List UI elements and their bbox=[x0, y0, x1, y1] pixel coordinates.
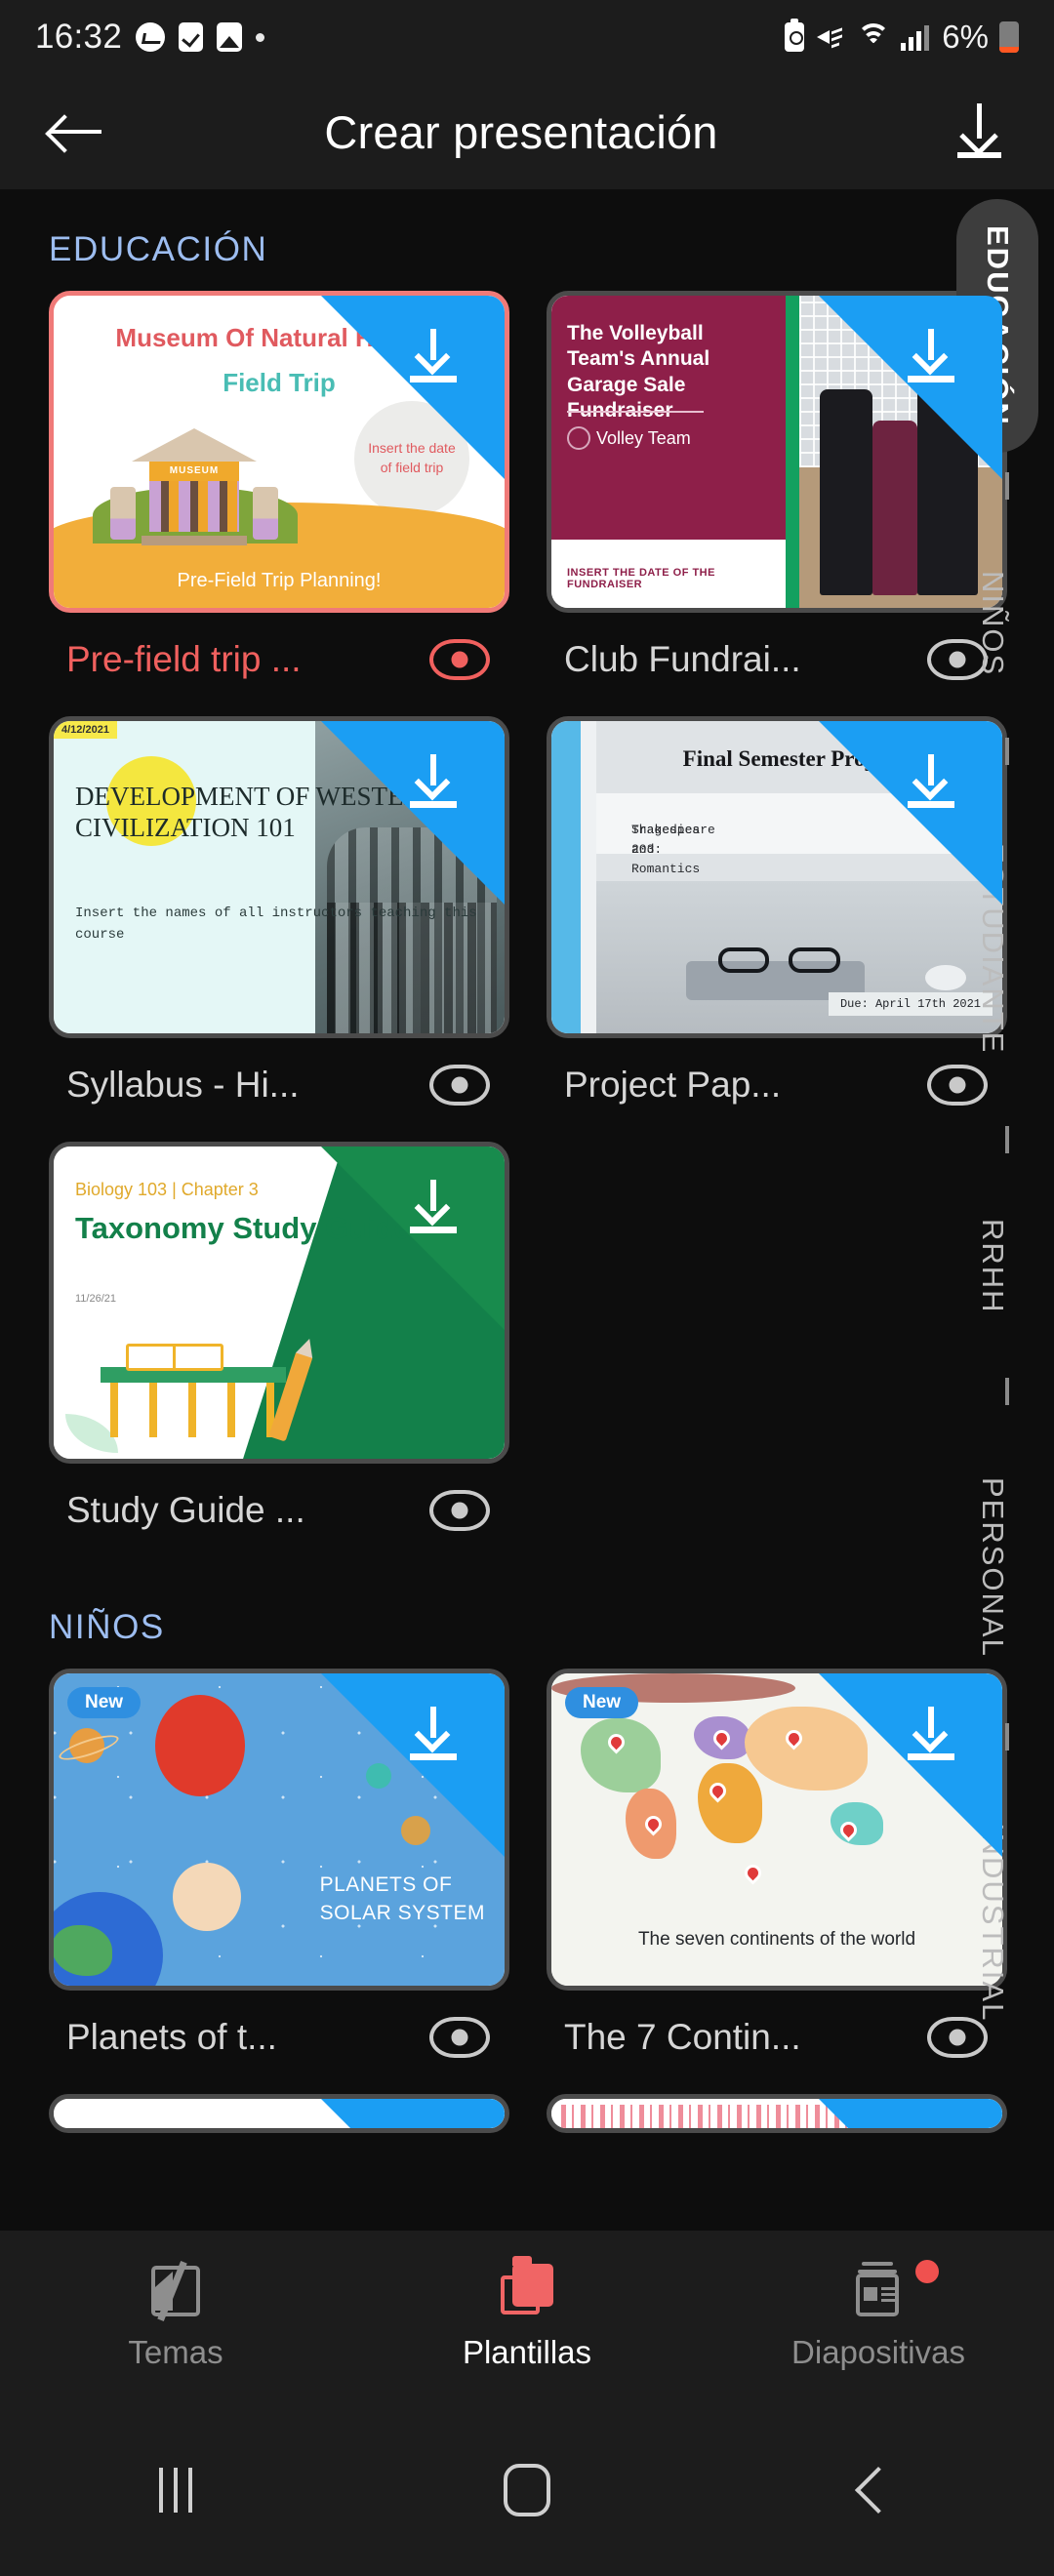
rail-item-ninos[interactable]: NIÑOS bbox=[931, 531, 1054, 716]
back-arrow-icon[interactable] bbox=[45, 102, 103, 161]
template-card-footer: Study Guide ... bbox=[49, 1464, 509, 1557]
new-badge: New bbox=[67, 1687, 142, 1718]
mute-icon bbox=[815, 22, 846, 52]
template-name: Study Guide ... bbox=[66, 1490, 305, 1530]
android-navigation-bar bbox=[0, 2404, 1054, 2576]
battery-saver-icon bbox=[785, 19, 805, 52]
slide-subtitle: Insert the names of all instructors teac… bbox=[75, 906, 477, 944]
tab-label: Plantillas bbox=[462, 2334, 592, 2370]
slide-course-line2: Tragedies and Romantics bbox=[631, 823, 701, 877]
template-thumbnail[interactable]: Museum Of Natural History Field Trip Ins… bbox=[49, 291, 509, 613]
download-icon[interactable] bbox=[949, 101, 1009, 162]
template-card-syllabus[interactable]: 4/12/2021 DEVELOPMENT OF WESTERN CIVILIZ… bbox=[29, 716, 527, 1132]
rail-item-personal[interactable]: PERSONAL bbox=[931, 1430, 1054, 1704]
slide-insert-date: INSERT THE DATE OF THE FUNDRAISER bbox=[567, 567, 715, 590]
new-badge: New bbox=[565, 1687, 639, 1718]
template-card-planets[interactable]: PLANETS OF SOLAR SYSTEM New Planets of t… bbox=[29, 1669, 527, 2084]
app-root: 16:32 6% Crear presentación EDUCACIÓN Mu… bbox=[0, 0, 1054, 2576]
photo-icon bbox=[217, 22, 243, 52]
slide-date: 11/26/21 bbox=[75, 1293, 117, 1305]
slide-title-line2: SOLAR SYSTEM bbox=[319, 1901, 485, 1924]
preview-eye-icon[interactable] bbox=[429, 1490, 490, 1531]
download-icon[interactable] bbox=[403, 1180, 464, 1238]
download-icon[interactable] bbox=[901, 754, 961, 813]
recents-icon[interactable] bbox=[0, 2468, 351, 2513]
volleyball-icon bbox=[567, 426, 590, 450]
template-name: Pre-field trip ... bbox=[66, 639, 302, 679]
preview-eye-icon[interactable] bbox=[429, 1065, 490, 1106]
templates-scroll-area[interactable]: EDUCACIÓN Museum Of Natural History Fiel… bbox=[0, 189, 1054, 2297]
template-name: Syllabus - Hi... bbox=[66, 1065, 300, 1105]
download-icon[interactable] bbox=[403, 754, 464, 813]
preview-eye-icon[interactable] bbox=[429, 639, 490, 680]
page-title: Crear presentación bbox=[324, 105, 718, 158]
download-icon[interactable] bbox=[901, 1707, 961, 1765]
template-card-study-guide[interactable]: Biology 103 | Chapter 3 Taxonomy Study G… bbox=[29, 1142, 527, 1557]
template-name: Planets of t... bbox=[66, 2017, 277, 2057]
slide-team-name: Volley Team bbox=[596, 428, 691, 448]
template-card-footer: Syllabus - Hi... bbox=[49, 1038, 509, 1132]
checkbox-icon bbox=[179, 22, 204, 52]
template-card-partial-right[interactable] bbox=[527, 2094, 1025, 2133]
themes-icon bbox=[147, 2261, 204, 2321]
slide-title: PLANETS OF SOLAR SYSTEM bbox=[320, 1872, 485, 1927]
slide-title-line1: PLANETS OF bbox=[319, 1873, 453, 1897]
dot-icon bbox=[256, 32, 265, 42]
battery-icon bbox=[999, 21, 1019, 53]
template-card-footer: Planets of t... bbox=[49, 1991, 509, 2084]
glasses-illustration bbox=[717, 947, 840, 973]
messenger-icon bbox=[136, 22, 166, 52]
template-thumbnail[interactable] bbox=[547, 2094, 1007, 2133]
slide-date-tag: 4/12/2021 bbox=[54, 721, 117, 739]
status-bar-right: 6% bbox=[785, 19, 1019, 56]
back-icon[interactable] bbox=[703, 2466, 1054, 2515]
wifi-icon bbox=[857, 23, 891, 51]
home-icon[interactable] bbox=[351, 2464, 703, 2516]
template-thumbnail[interactable]: PLANETS OF SOLAR SYSTEM New bbox=[49, 1669, 509, 1991]
template-card-partial-left[interactable] bbox=[29, 2094, 527, 2133]
slide-footer: Pre-Field Trip Planning! bbox=[177, 570, 382, 591]
section-header-educacion: EDUCACIÓN bbox=[49, 230, 268, 268]
download-icon[interactable] bbox=[901, 329, 961, 387]
download-icon[interactable] bbox=[403, 1707, 464, 1765]
templates-folder-icon bbox=[499, 2256, 555, 2318]
museum-building-illustration: MUSEUM bbox=[110, 428, 278, 545]
status-bar-clock: 16:32 bbox=[35, 18, 123, 56]
template-card-footer: Pre-field trip ... bbox=[49, 613, 509, 706]
tab-label: Diapositivas bbox=[791, 2334, 965, 2370]
battery-percent-label: 6% bbox=[942, 19, 989, 55]
app-bar: Crear presentación bbox=[0, 74, 1054, 189]
tab-temas[interactable]: Temas bbox=[0, 2261, 351, 2371]
status-bar: 16:32 6% bbox=[0, 0, 1054, 74]
section-header-ninos: NIÑOS bbox=[49, 1608, 165, 1646]
template-grid-ninos: PLANETS OF SOLAR SYSTEM New Planets of t… bbox=[0, 1669, 1054, 2143]
slide-kicker: Biology 103 | Chapter 3 bbox=[75, 1180, 259, 1199]
status-bar-left: 16:32 bbox=[35, 18, 265, 57]
template-thumbnail[interactable]: Biology 103 | Chapter 3 Taxonomy Study G… bbox=[49, 1142, 509, 1464]
tab-plantillas[interactable]: Plantillas bbox=[351, 2256, 703, 2371]
museum-banner-label: MUSEUM bbox=[149, 462, 239, 481]
template-grid-educacion: Museum Of Natural History Field Trip Ins… bbox=[0, 291, 1054, 1567]
template-card-pre-field-trip[interactable]: Museum Of Natural History Field Trip Ins… bbox=[29, 291, 527, 706]
bottom-navigation: Temas Plantillas Diapositivas bbox=[0, 2231, 1054, 2404]
download-icon[interactable] bbox=[403, 329, 464, 387]
bench-book-illustration bbox=[101, 1344, 313, 1442]
template-thumbnail[interactable]: 4/12/2021 DEVELOPMENT OF WESTERN CIVILIZ… bbox=[49, 716, 509, 1038]
notification-badge bbox=[915, 2260, 939, 2283]
template-name: The 7 Contin... bbox=[564, 2017, 801, 2057]
rail-item-rrhh[interactable]: RRHH bbox=[931, 1179, 1054, 1354]
preview-eye-icon[interactable] bbox=[429, 2017, 490, 2058]
template-name: Project Pap... bbox=[564, 1065, 782, 1105]
template-thumbnail[interactable] bbox=[49, 2094, 509, 2133]
template-name: Club Fundrai... bbox=[564, 639, 801, 679]
slides-icon bbox=[850, 2262, 907, 2318]
slide-title: The Volleyball Team's Annual Garage Sale… bbox=[567, 322, 710, 422]
signal-icon bbox=[901, 23, 930, 51]
tab-label: Temas bbox=[128, 2334, 223, 2370]
tab-diapositivas[interactable]: Diapositivas bbox=[703, 2260, 1054, 2371]
